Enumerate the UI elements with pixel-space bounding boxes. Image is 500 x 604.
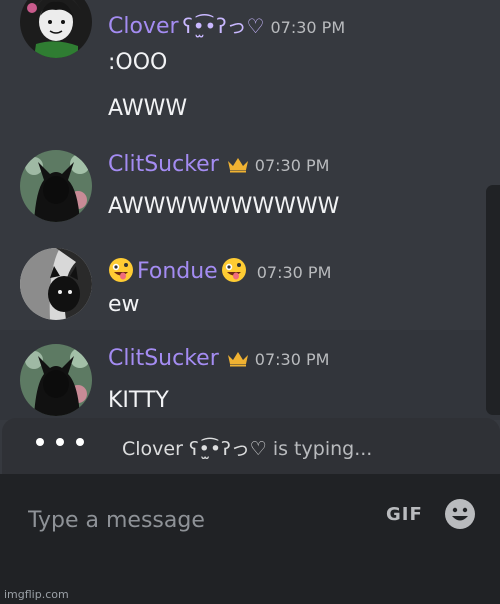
message-text: AWWWWWWWWWW <box>108 194 340 219</box>
message-text: ew <box>108 292 140 317</box>
timestamp: 07:30 PM <box>256 263 332 282</box>
watermark: imgflip.com <box>4 588 69 601</box>
avatar[interactable] <box>20 248 92 320</box>
typing-username: Clover ʕ•̫͡•ʔっ♡ <box>122 438 267 460</box>
zany-face-emoji <box>221 257 247 283</box>
typing-dots-icon <box>36 438 84 446</box>
smile-icon[interactable] <box>444 498 476 530</box>
avatar[interactable] <box>20 0 92 58</box>
typing-indicator: Clover ʕ•̫͡•ʔっ♡ is typing... <box>2 418 500 474</box>
message-text: :OOO <box>108 50 168 75</box>
crown-icon <box>227 351 249 371</box>
username[interactable]: Fondue <box>137 259 218 284</box>
username[interactable]: ClitSucker <box>108 346 219 371</box>
message-group: Fondue 07:30 PM ew <box>0 240 500 330</box>
avatar[interactable] <box>20 344 92 416</box>
message-text: KITTY <box>108 388 169 413</box>
message-header: ClitSucker 07:30 PM <box>108 152 329 177</box>
zany-face-emoji <box>108 257 134 283</box>
message-group: ClitSucker 07:30 PM KITTY <box>0 330 500 420</box>
message-group: ClitSucker 07:30 PM AWWWWWWWWWW <box>0 140 500 240</box>
message-text: AWWW <box>108 96 188 121</box>
message-composer: GIF imgflip.com <box>0 474 500 604</box>
typing-text: Clover ʕ•̫͡•ʔっ♡ is typing... <box>122 434 372 461</box>
username-decoration: ʕ•̫͡•ʔっ♡ <box>182 14 265 38</box>
message-header: Fondue 07:30 PM <box>108 252 331 284</box>
username[interactable]: Clover <box>108 14 179 39</box>
typing-suffix: is typing... <box>272 438 373 460</box>
username[interactable]: ClitSucker <box>108 152 219 177</box>
message-list[interactable]: Clover ʕ•̫͡•ʔっ♡ 07:30 PM :OOO AWWW ClitS… <box>0 0 500 420</box>
timestamp: 07:30 PM <box>254 350 330 369</box>
gif-button[interactable]: GIF <box>386 504 423 525</box>
message-input[interactable] <box>28 502 368 538</box>
scrollbar-thumb[interactable] <box>486 185 500 415</box>
message-group: Clover ʕ•̫͡•ʔっ♡ 07:30 PM :OOO AWWW <box>0 0 500 140</box>
crown-icon <box>227 157 249 177</box>
message-header: ClitSucker 07:30 PM <box>108 346 329 371</box>
avatar[interactable] <box>20 150 92 222</box>
timestamp: 07:30 PM <box>254 156 330 175</box>
message-header: Clover ʕ•̫͡•ʔっ♡ 07:30 PM <box>108 10 345 39</box>
timestamp: 07:30 PM <box>270 18 346 37</box>
